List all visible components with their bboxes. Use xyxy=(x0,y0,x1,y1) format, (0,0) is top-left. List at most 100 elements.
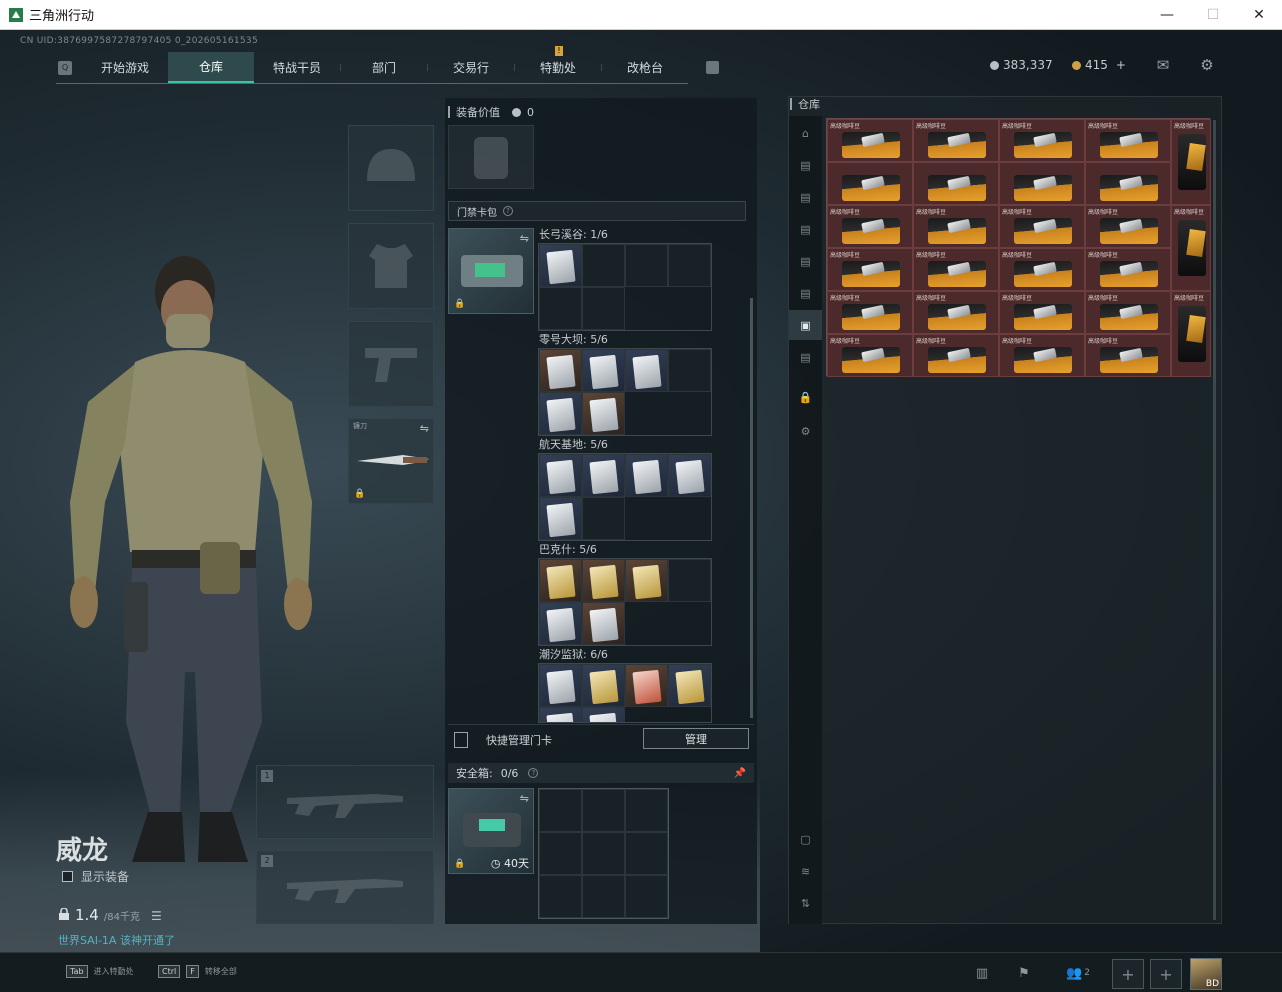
mail-icon[interactable]: ✉ xyxy=(1154,57,1172,73)
coffee-bag-item[interactable]: 高级咖啡豆 xyxy=(999,248,1085,291)
stash-layers-icon[interactable]: ≋ xyxy=(789,856,822,886)
coffee-bag-item[interactable]: 高级咖啡豆 xyxy=(913,119,999,162)
keycard-slot[interactable] xyxy=(582,602,625,645)
tab-start-game[interactable]: 开始游戏 xyxy=(82,52,168,83)
stash-tab-5-icon[interactable]: ▤ xyxy=(789,278,822,308)
keycard-slot[interactable] xyxy=(539,602,582,645)
coffee-bag-item[interactable]: 高级咖啡豆 xyxy=(827,248,913,291)
coffee-bag-item[interactable]: 高级咖啡豆 xyxy=(1085,334,1171,377)
keycard-slot[interactable] xyxy=(625,349,668,392)
stash-tab-4-icon[interactable]: ▤ xyxy=(789,246,822,276)
stash-settings-icon[interactable]: ⚙ xyxy=(789,416,822,446)
safebox-slot[interactable] xyxy=(625,789,668,832)
melee-slot[interactable]: 镰刀 ⇋ 🔒 xyxy=(348,418,434,504)
help-icon[interactable]: ? xyxy=(528,768,539,778)
tab-warehouse[interactable]: 仓库 xyxy=(168,52,254,83)
keycard-slot[interactable] xyxy=(625,559,668,602)
stash-tab-2-icon[interactable]: ▤ xyxy=(789,182,822,212)
hint-transfer-all[interactable]: Ctrl F 转移全部 xyxy=(158,965,237,978)
safebox-item[interactable]: ⇋ 🔒 ◷ 40天 xyxy=(448,788,534,874)
coffee-bag-item[interactable] xyxy=(913,162,999,205)
invite-slot-button[interactable]: + xyxy=(1150,959,1182,989)
add-currency-icon[interactable]: + xyxy=(1116,58,1126,72)
coffee-bag-item[interactable]: 高级咖啡豆 xyxy=(999,334,1085,377)
tab-department[interactable]: 部门 xyxy=(341,52,427,83)
coffee-bag-item[interactable]: 高级咖啡豆 xyxy=(999,119,1085,162)
coffee-pouch-item[interactable]: 高级咖啡豆 xyxy=(1171,205,1211,291)
coffee-pouch-item[interactable]: 高级咖啡豆 xyxy=(1171,119,1211,205)
keycard-slot[interactable] xyxy=(539,497,582,540)
tab-gunsmith[interactable]: 改枪台 xyxy=(602,52,688,83)
stash-lock-icon[interactable]: 🔒 xyxy=(789,382,822,412)
coffee-bag-item[interactable]: 高级咖啡豆 xyxy=(827,291,913,334)
coffee-bag-item[interactable]: 高级咖啡豆 xyxy=(913,205,999,248)
keycard-slot[interactable] xyxy=(582,707,625,722)
keycard-slot[interactable] xyxy=(539,349,582,392)
swap-icon[interactable]: ⇋ xyxy=(520,792,529,805)
squad-icon[interactable]: 👥 2 xyxy=(1060,961,1096,985)
keycard-slot[interactable] xyxy=(539,244,582,287)
coffee-bag-item[interactable]: 高级咖啡豆 xyxy=(913,291,999,334)
coffee-bag-item[interactable]: 高级咖啡豆 xyxy=(1085,205,1171,248)
coffee-bag-item[interactable]: 高级咖啡豆 xyxy=(827,334,913,377)
stash-tab-6-icon[interactable]: ▣ xyxy=(789,310,822,340)
coffee-bag-item[interactable]: 高级咖啡豆 xyxy=(999,291,1085,334)
armor-slot[interactable] xyxy=(348,223,434,309)
keycard-slot[interactable] xyxy=(582,287,625,330)
keycard-pack-item[interactable]: ⇋ 🔒 xyxy=(448,228,534,314)
close-button[interactable]: ✕ xyxy=(1236,0,1282,30)
coffee-bag-item[interactable]: 高级咖啡豆 xyxy=(1085,291,1171,334)
keycard-slot[interactable] xyxy=(582,664,625,707)
stash-tab-3-icon[interactable]: ▤ xyxy=(789,214,822,244)
safebox-slot[interactable] xyxy=(539,875,582,918)
stash-scrollbar[interactable] xyxy=(1213,120,1216,920)
invite-slot-button[interactable]: + xyxy=(1112,959,1144,989)
keycard-slot[interactable] xyxy=(539,454,582,497)
stash-tab-7-icon[interactable]: ▤ xyxy=(789,342,822,372)
coffee-bag-item[interactable]: 高级咖啡豆 xyxy=(1085,248,1171,291)
stash-tab-helmet-icon[interactable]: ⌂ xyxy=(789,118,822,148)
safebox-slot[interactable] xyxy=(582,789,625,832)
stash-transfer-icon[interactable]: ⇅ xyxy=(789,888,822,918)
helmet-slot[interactable] xyxy=(348,125,434,211)
secondary-weapon-slot[interactable]: 2 xyxy=(256,850,434,924)
weight-details-icon[interactable]: ☰ xyxy=(151,909,162,923)
keycard-slot[interactable] xyxy=(625,664,668,707)
backpack-slot[interactable] xyxy=(448,125,534,189)
keycard-slot[interactable] xyxy=(668,664,711,707)
keycard-slot[interactable] xyxy=(582,454,625,497)
keycard-slot[interactable] xyxy=(582,559,625,602)
manage-button[interactable]: 管理 xyxy=(643,728,749,749)
keycard-slot[interactable] xyxy=(625,244,668,287)
settings-gear-icon[interactable]: ⚙ xyxy=(1198,57,1216,73)
gold-currency[interactable]: 415 + xyxy=(1072,58,1126,72)
show-equipment-checkbox[interactable] xyxy=(62,871,73,882)
safebox-slot[interactable] xyxy=(582,875,625,918)
coffee-bag-item[interactable]: 高级咖啡豆 xyxy=(913,334,999,377)
nav-next-key-icon[interactable] xyxy=(706,61,719,74)
stash-sort-icon[interactable]: ▢ xyxy=(789,824,822,854)
coffee-bag-item[interactable]: 高级咖啡豆 xyxy=(913,248,999,291)
safebox-slot[interactable] xyxy=(539,789,582,832)
pistol-slot[interactable] xyxy=(348,321,434,407)
player-avatar[interactable]: BD xyxy=(1190,958,1222,990)
keycard-slot[interactable] xyxy=(582,349,625,392)
flag-icon[interactable]: ⚑ xyxy=(1012,961,1036,985)
swap-icon[interactable]: ⇋ xyxy=(520,232,529,245)
tab-operators[interactable]: 特战干员 xyxy=(254,52,340,83)
tab-special-ops[interactable]: 特勤处 ! xyxy=(515,46,601,83)
safebox-slot[interactable] xyxy=(625,832,668,875)
coffee-bag-item[interactable]: 高级咖啡豆 xyxy=(1085,119,1171,162)
maximize-button[interactable]: ☐ xyxy=(1190,0,1236,30)
stash-tab-1-icon[interactable]: ▤ xyxy=(789,150,822,180)
safebox-slot[interactable] xyxy=(625,875,668,918)
keycard-slot[interactable] xyxy=(668,244,711,287)
stats-chart-icon[interactable]: ▥ xyxy=(970,961,994,985)
keycard-slot[interactable] xyxy=(582,244,625,287)
keycard-slot[interactable] xyxy=(539,559,582,602)
coffee-pouch-item[interactable]: 高级咖啡豆 xyxy=(1171,291,1211,377)
keycard-slot[interactable] xyxy=(668,454,711,497)
coffee-bag-item[interactable] xyxy=(827,162,913,205)
coffee-bag-item[interactable] xyxy=(999,162,1085,205)
keycard-slot[interactable] xyxy=(539,287,582,330)
